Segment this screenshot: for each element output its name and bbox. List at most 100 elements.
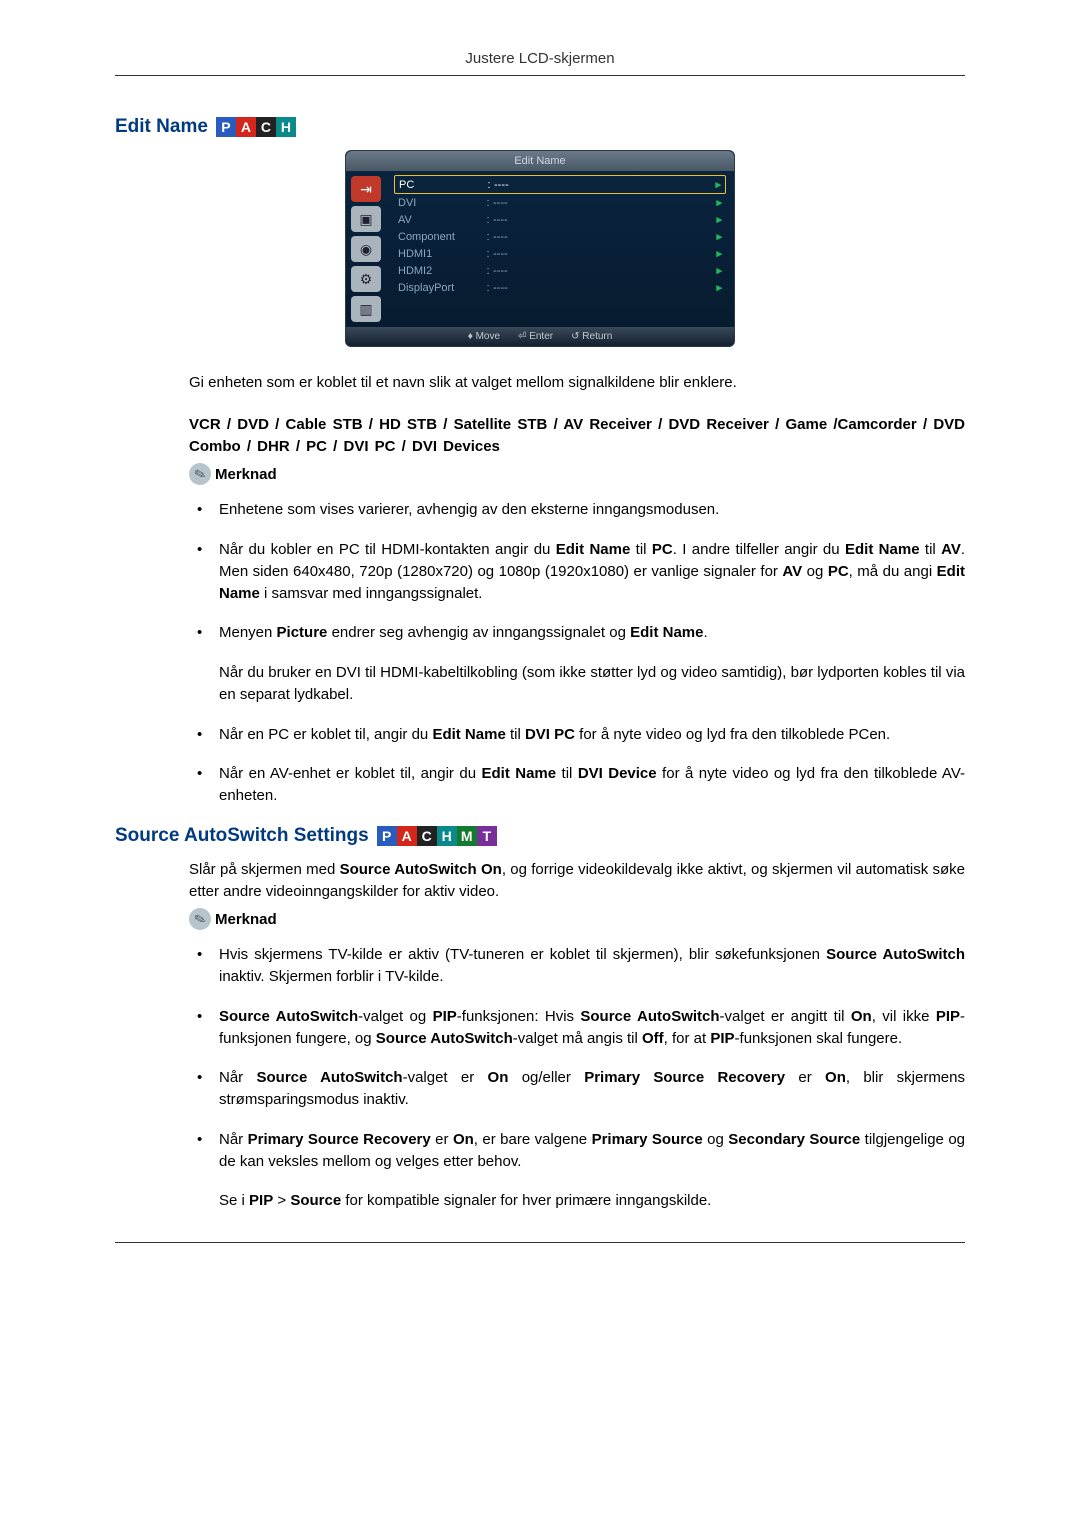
t: PIP bbox=[433, 1008, 457, 1025]
t: Secondary Source bbox=[728, 1131, 860, 1148]
osd-row-value: ---- bbox=[494, 179, 715, 191]
note-row: ✎ Merknad bbox=[189, 463, 965, 485]
t: DVI Device bbox=[578, 765, 657, 782]
badge-a: A bbox=[397, 826, 417, 846]
sub-paragraph: Se i PIP > Source for kompatible signale… bbox=[219, 1190, 965, 1212]
t: > bbox=[273, 1192, 290, 1209]
t: -valget og bbox=[358, 1008, 432, 1025]
arrow-right-icon: ▸ bbox=[716, 264, 722, 277]
osd-list: PC : ---- ▸ DVI : ---- ▸ AV : ---- ▸ bbox=[386, 171, 734, 327]
t: AV bbox=[782, 563, 802, 580]
t: endrer seg avhengig av inngangssignalet … bbox=[327, 624, 630, 641]
note-row: ✎ Merknad bbox=[189, 908, 965, 930]
osd-icon-setup: ⚙ bbox=[351, 266, 381, 292]
t: Off bbox=[642, 1030, 664, 1047]
arrow-right-icon: ▸ bbox=[716, 196, 722, 209]
badge-h: H bbox=[276, 117, 296, 137]
t: inaktiv. Skjermen forblir i TV-kilde. bbox=[219, 968, 444, 985]
t: Når bbox=[219, 1131, 248, 1148]
t: Når en AV-enhet er koblet til, angir du bbox=[219, 765, 481, 782]
t: , for at bbox=[664, 1030, 711, 1047]
t: Source AutoSwitch bbox=[376, 1030, 513, 1047]
osd-row-value: ---- bbox=[493, 214, 716, 226]
t: og/eller bbox=[508, 1069, 584, 1086]
t: til bbox=[920, 541, 942, 558]
t: , må du angi bbox=[849, 563, 937, 580]
t: Picture bbox=[277, 624, 328, 641]
sub-paragraph: Når du bruker en DVI til HDMI-kabeltilko… bbox=[219, 662, 965, 706]
t: Når en PC er koblet til, angir du bbox=[219, 726, 432, 743]
osd-row-displayport: DisplayPort : ---- ▸ bbox=[394, 279, 726, 296]
t: On bbox=[825, 1069, 846, 1086]
badge-h: H bbox=[437, 826, 457, 846]
osd-row-dvi: DVI : ---- ▸ bbox=[394, 194, 726, 211]
t: PC bbox=[828, 563, 849, 580]
list-item: Source AutoSwitch-valget og PIP-funksjon… bbox=[189, 1006, 965, 1050]
t: PC bbox=[652, 541, 673, 558]
osd-icon-sound: ◉ bbox=[351, 236, 381, 262]
osd-row-sep: : bbox=[483, 248, 493, 260]
t: Source AutoSwitch bbox=[580, 1008, 719, 1025]
edit-name-intro: Gi enheten som er koblet til et navn sli… bbox=[189, 372, 965, 394]
t: -funksjonen skal fungere. bbox=[735, 1030, 903, 1047]
t: Source AutoSwitch bbox=[826, 946, 965, 963]
note-label: Merknad bbox=[215, 911, 277, 928]
osd-footer: ♦ Move ⏎ Enter ↺ Return bbox=[346, 327, 734, 346]
t: Menyen bbox=[219, 624, 277, 641]
t: -funksjonen: Hvis bbox=[457, 1008, 581, 1025]
osd-footer-move-text: Move bbox=[476, 331, 500, 342]
osd-row-value: ---- bbox=[493, 265, 716, 277]
badge-p: P bbox=[377, 826, 397, 846]
t: On bbox=[453, 1131, 474, 1148]
osd-row-value: ---- bbox=[493, 248, 716, 260]
osd-sidebar-icons: ⇥ ▣ ◉ ⚙ ▥ bbox=[346, 171, 386, 327]
osd-row-hdmi1: HDMI1 : ---- ▸ bbox=[394, 245, 726, 262]
list-item: Enhetene som vises varierer, avhengig av… bbox=[189, 499, 965, 521]
osd-row-label: HDMI1 bbox=[398, 248, 483, 260]
t: til bbox=[556, 765, 578, 782]
t: -valget må angis til bbox=[513, 1030, 642, 1047]
autoswitch-bullets: Hvis skjermens TV-kilde er aktiv (TV-tun… bbox=[189, 944, 965, 1212]
t: Edit Name bbox=[481, 765, 556, 782]
osd-icon-input: ⇥ bbox=[351, 176, 381, 202]
badge-row: P A C H bbox=[216, 117, 296, 137]
t: DVI PC bbox=[525, 726, 575, 743]
t: Edit Name bbox=[630, 624, 703, 641]
t: og bbox=[802, 563, 828, 580]
edit-name-options: VCR / DVD / Cable STB / HD STB / Satelli… bbox=[189, 414, 965, 458]
arrow-right-icon: ▸ bbox=[716, 281, 722, 294]
list-item: Når Source AutoSwitch-valget er On og/el… bbox=[189, 1067, 965, 1111]
badge-c: C bbox=[417, 826, 437, 846]
osd-icon-picture: ▣ bbox=[351, 206, 381, 232]
badge-p: P bbox=[216, 117, 236, 137]
t: Når du kobler en PC til HDMI-kontakten a… bbox=[219, 541, 556, 558]
badge-c: C bbox=[256, 117, 276, 137]
t: for kompatible signaler for hver primære… bbox=[341, 1192, 711, 1209]
osd-panel: Edit Name ⇥ ▣ ◉ ⚙ ▥ PC : ---- ▸ DVI : bbox=[345, 150, 735, 347]
badge-a: A bbox=[236, 117, 256, 137]
badge-t: T bbox=[477, 826, 497, 846]
list-item: Menyen Picture endrer seg avhengig av in… bbox=[189, 622, 965, 705]
osd-row-label: DVI bbox=[398, 197, 483, 209]
t: Source bbox=[290, 1192, 341, 1209]
t: On bbox=[851, 1008, 872, 1025]
osd-row-av: AV : ---- ▸ bbox=[394, 211, 726, 228]
osd-row-label: PC bbox=[399, 179, 484, 191]
t: Se i bbox=[219, 1192, 249, 1209]
autoswitch-intro: Slår på skjermen med Source AutoSwitch O… bbox=[189, 859, 965, 903]
t: til bbox=[630, 541, 652, 558]
t: i samsvar med inngangssignalet. bbox=[260, 585, 483, 602]
list-item: Når en AV-enhet er koblet til, angir du … bbox=[189, 763, 965, 807]
osd-row-value: ---- bbox=[493, 197, 716, 209]
badge-row: P A C H M T bbox=[377, 826, 497, 846]
t: , er bare valgene bbox=[474, 1131, 592, 1148]
badge-m: M bbox=[457, 826, 477, 846]
arrow-right-icon: ▸ bbox=[715, 178, 721, 191]
osd-screenshot: Edit Name ⇥ ▣ ◉ ⚙ ▥ PC : ---- ▸ DVI : bbox=[115, 150, 965, 347]
t: for å nyte video og lyd fra den tilkoble… bbox=[575, 726, 890, 743]
t: Source AutoSwitch bbox=[219, 1008, 358, 1025]
t: -valget er bbox=[403, 1069, 488, 1086]
osd-title: Edit Name bbox=[346, 151, 734, 171]
osd-row-sep: : bbox=[483, 214, 493, 226]
list-item: Når en PC er koblet til, angir du Edit N… bbox=[189, 724, 965, 746]
